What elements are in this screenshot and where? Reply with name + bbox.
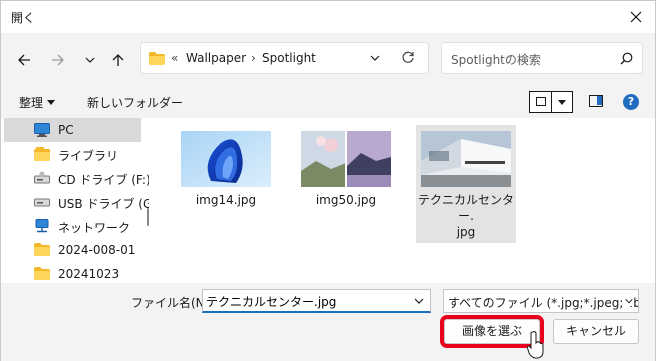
- sidebar-item-pc[interactable]: PC: [4, 118, 141, 142]
- sidebar-item-label: 20241023: [58, 267, 120, 281]
- pc-icon: [34, 123, 50, 137]
- thumbnail-technical-center: [421, 131, 511, 187]
- thumbnail-img14: [181, 131, 271, 187]
- file-name: img50.jpg: [315, 193, 377, 207]
- sidebar-item-label: USB ドライブ (G:): [58, 197, 149, 211]
- thumbnail-img50: [301, 131, 391, 187]
- chevron-down-icon[interactable]: [370, 53, 380, 63]
- filetype-dropdown[interactable]: すべてのファイル (*.jpg;*.jpeg;*.bmp: [443, 289, 639, 313]
- sidebar-item-label: ネットワーク: [58, 221, 131, 235]
- sidebar-item-cd-drive[interactable]: CD ドライブ (F:): [4, 166, 149, 190]
- search-box[interactable]: Spotlightの検索: [441, 42, 643, 74]
- sidebar-item-label: PC: [58, 123, 74, 137]
- breadcrumb-spotlight[interactable]: Spotlight: [262, 51, 316, 65]
- file-item-img50[interactable]: img50.jpg: [296, 125, 396, 243]
- chevron-down-icon[interactable]: [414, 296, 424, 306]
- folder-icon: [34, 267, 50, 280]
- navigation-bar: « Wallpaper › Spotlight Spotlightの検索: [1, 33, 655, 85]
- folder-icon: [149, 52, 165, 65]
- sidebar-item-folder-2024-008-01[interactable]: 2024-008-01: [4, 238, 141, 262]
- search-icon: [620, 52, 633, 65]
- file-item-img14[interactable]: img14.jpg: [176, 125, 276, 243]
- select-image-button[interactable]: 画像を選ぶ: [440, 315, 544, 348]
- library-icon: [34, 147, 50, 161]
- search-placeholder[interactable]: Spotlightの検索: [451, 51, 541, 68]
- filename-input[interactable]: [206, 292, 406, 310]
- refresh-icon[interactable]: [401, 51, 415, 65]
- folder-icon: [34, 243, 50, 256]
- chevron-down-icon: [622, 296, 634, 306]
- usb-drive-icon: [34, 198, 50, 207]
- new-folder-button[interactable]: 新しいフォルダー: [87, 94, 183, 111]
- arrow-up-icon: [112, 54, 124, 66]
- command-toolbar: 整理 新しいフォルダー ?: [1, 85, 655, 118]
- sidebar-item-label: ライブラリ: [58, 149, 119, 163]
- chevron-down-icon: [85, 57, 95, 63]
- sidebar-item-folder-20241023[interactable]: 20241023: [4, 262, 141, 283]
- network-icon: [35, 219, 49, 233]
- recent-locations-button[interactable]: [79, 49, 101, 71]
- navigation-pane: PC ライブラリ CD ドライブ (F:) USB ドライブ (G:) ネットワ…: [1, 118, 149, 283]
- up-button[interactable]: [107, 49, 129, 71]
- sidebar-item-library[interactable]: ライブラリ: [4, 142, 141, 166]
- caret-down-icon: [47, 100, 55, 105]
- organize-menu[interactable]: 整理: [19, 94, 55, 111]
- breadcrumb-separator: ›: [251, 51, 256, 65]
- mouse-cursor-icon: [527, 331, 544, 359]
- cancel-button[interactable]: キャンセル: [553, 319, 639, 344]
- view-options-button[interactable]: [529, 91, 573, 113]
- sidebar-item-network[interactable]: ネットワーク: [4, 214, 141, 238]
- close-button[interactable]: [623, 5, 649, 29]
- cd-drive-icon: [34, 171, 50, 184]
- arrow-left-icon: [18, 54, 30, 66]
- filetype-value: すべてのファイル (*.jpg;*.jpeg;*.bmp: [448, 296, 639, 310]
- back-button[interactable]: [13, 49, 35, 71]
- sidebar-scrollbar[interactable]: [147, 208, 149, 226]
- caret-down-icon[interactable]: [558, 100, 566, 105]
- window-title: 開く: [11, 11, 36, 25]
- sidebar-item-label: 2024-008-01: [58, 243, 136, 257]
- title-bar: 開く: [1, 1, 655, 33]
- file-list: img14.jpg img50.jpg テクニカルセンター. jpg: [159, 118, 655, 283]
- preview-pane-icon[interactable]: [589, 95, 603, 107]
- forward-button[interactable]: [47, 49, 69, 71]
- address-bar[interactable]: « Wallpaper › Spotlight: [140, 42, 429, 74]
- file-item-technical-center[interactable]: テクニカルセンター. jpg: [416, 125, 516, 243]
- file-name: img14.jpg: [195, 193, 257, 207]
- dialog-footer: ファイル名(N): すべてのファイル (*.jpg;*.jpeg;*.bmp 画…: [1, 283, 655, 361]
- help-icon[interactable]: ?: [623, 94, 639, 110]
- sidebar-item-usb-drive[interactable]: USB ドライブ (G:): [4, 190, 149, 214]
- close-icon: [630, 11, 642, 23]
- filename-combobox[interactable]: [202, 289, 431, 313]
- arrow-right-icon: [52, 54, 64, 66]
- breadcrumb-wallpaper[interactable]: Wallpaper: [186, 51, 246, 65]
- open-file-dialog: 開く « Wallpaper › Spotlight Spotlightの検索 …: [0, 0, 656, 361]
- sidebar-item-label: CD ドライブ (F:): [58, 173, 149, 187]
- file-name: テクニカルセンター. jpg: [417, 193, 514, 239]
- view-icon: [536, 97, 546, 106]
- organize-label: 整理: [19, 96, 44, 110]
- breadcrumb-overflow[interactable]: «: [171, 51, 178, 65]
